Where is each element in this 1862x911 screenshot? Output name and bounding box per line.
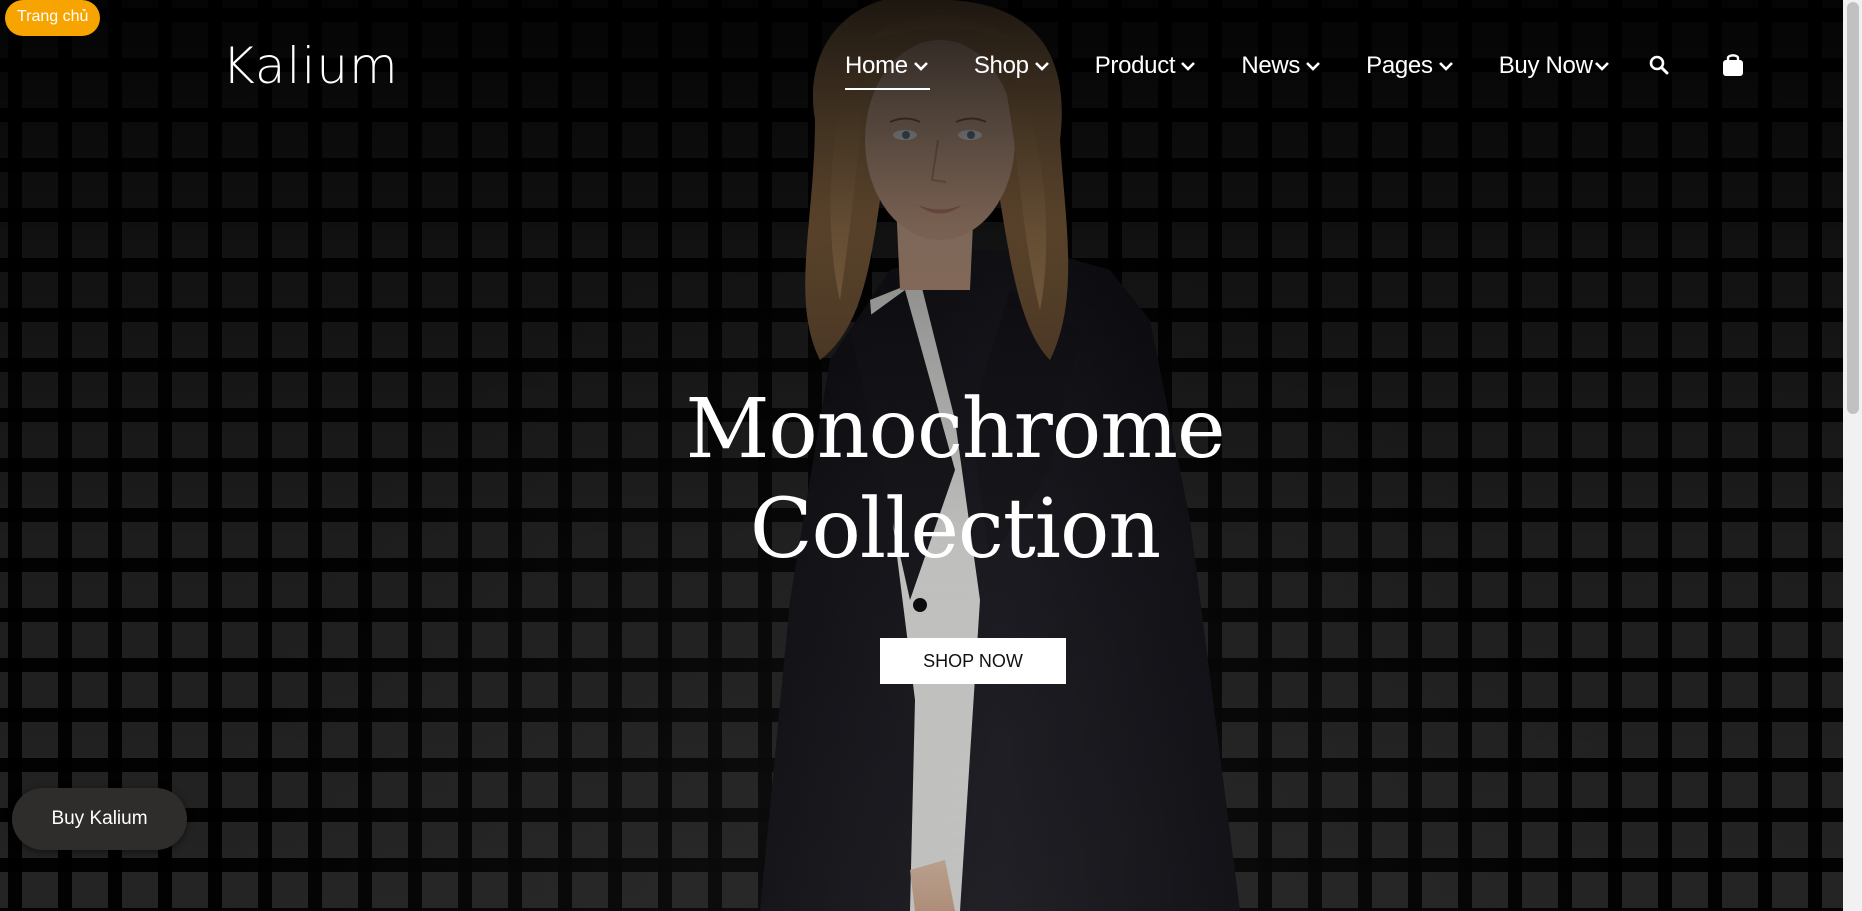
page-scrollbar[interactable] [1843, 0, 1862, 911]
buy-kalium-button[interactable]: Buy Kalium [12, 788, 187, 850]
chevron-down-icon [1034, 62, 1049, 71]
nav-item-shop[interactable]: Shop [974, 52, 1051, 80]
main-nav: Home Shop Product News Pages Buy Now [845, 48, 1655, 90]
site-logo[interactable]: Kalium [222, 38, 399, 94]
hero-title-line-1: Monochrome [685, 382, 1225, 477]
nav-item-news[interactable]: News [1241, 52, 1322, 80]
nav-label: Shop [973, 52, 1029, 79]
search-icon[interactable] [1648, 54, 1670, 76]
nav-label: Product [1094, 52, 1176, 79]
shop-now-button[interactable]: SHOP NOW [880, 638, 1066, 684]
nav-label: Buy Now [1498, 52, 1593, 79]
nav-label: News [1241, 52, 1301, 79]
hero-title-line-2: Collection [749, 482, 1161, 577]
chevron-down-icon [1306, 62, 1321, 71]
chevron-down-icon [1181, 62, 1196, 71]
nav-label: Pages [1366, 52, 1433, 79]
chevron-down-icon [1594, 62, 1609, 71]
nav-item-product[interactable]: Product [1095, 52, 1198, 80]
viewport: Trang chủ Kalium Home Shop Product News … [0, 0, 1862, 911]
nav-label: Home [845, 52, 908, 79]
active-underline [845, 88, 930, 90]
scrollbar-thumb[interactable] [1847, 2, 1859, 414]
nav-item-home[interactable]: Home [845, 52, 930, 90]
home-badge[interactable]: Trang chủ [5, 0, 101, 36]
chevron-down-icon [1438, 62, 1453, 71]
nav-item-buy-now[interactable]: Buy Now [1499, 52, 1611, 80]
nav-item-pages[interactable]: Pages [1366, 52, 1455, 80]
chevron-down-icon [913, 62, 928, 71]
shopping-bag-icon[interactable] [1721, 52, 1745, 78]
hero-title: Monochrome Collection [600, 380, 1310, 580]
